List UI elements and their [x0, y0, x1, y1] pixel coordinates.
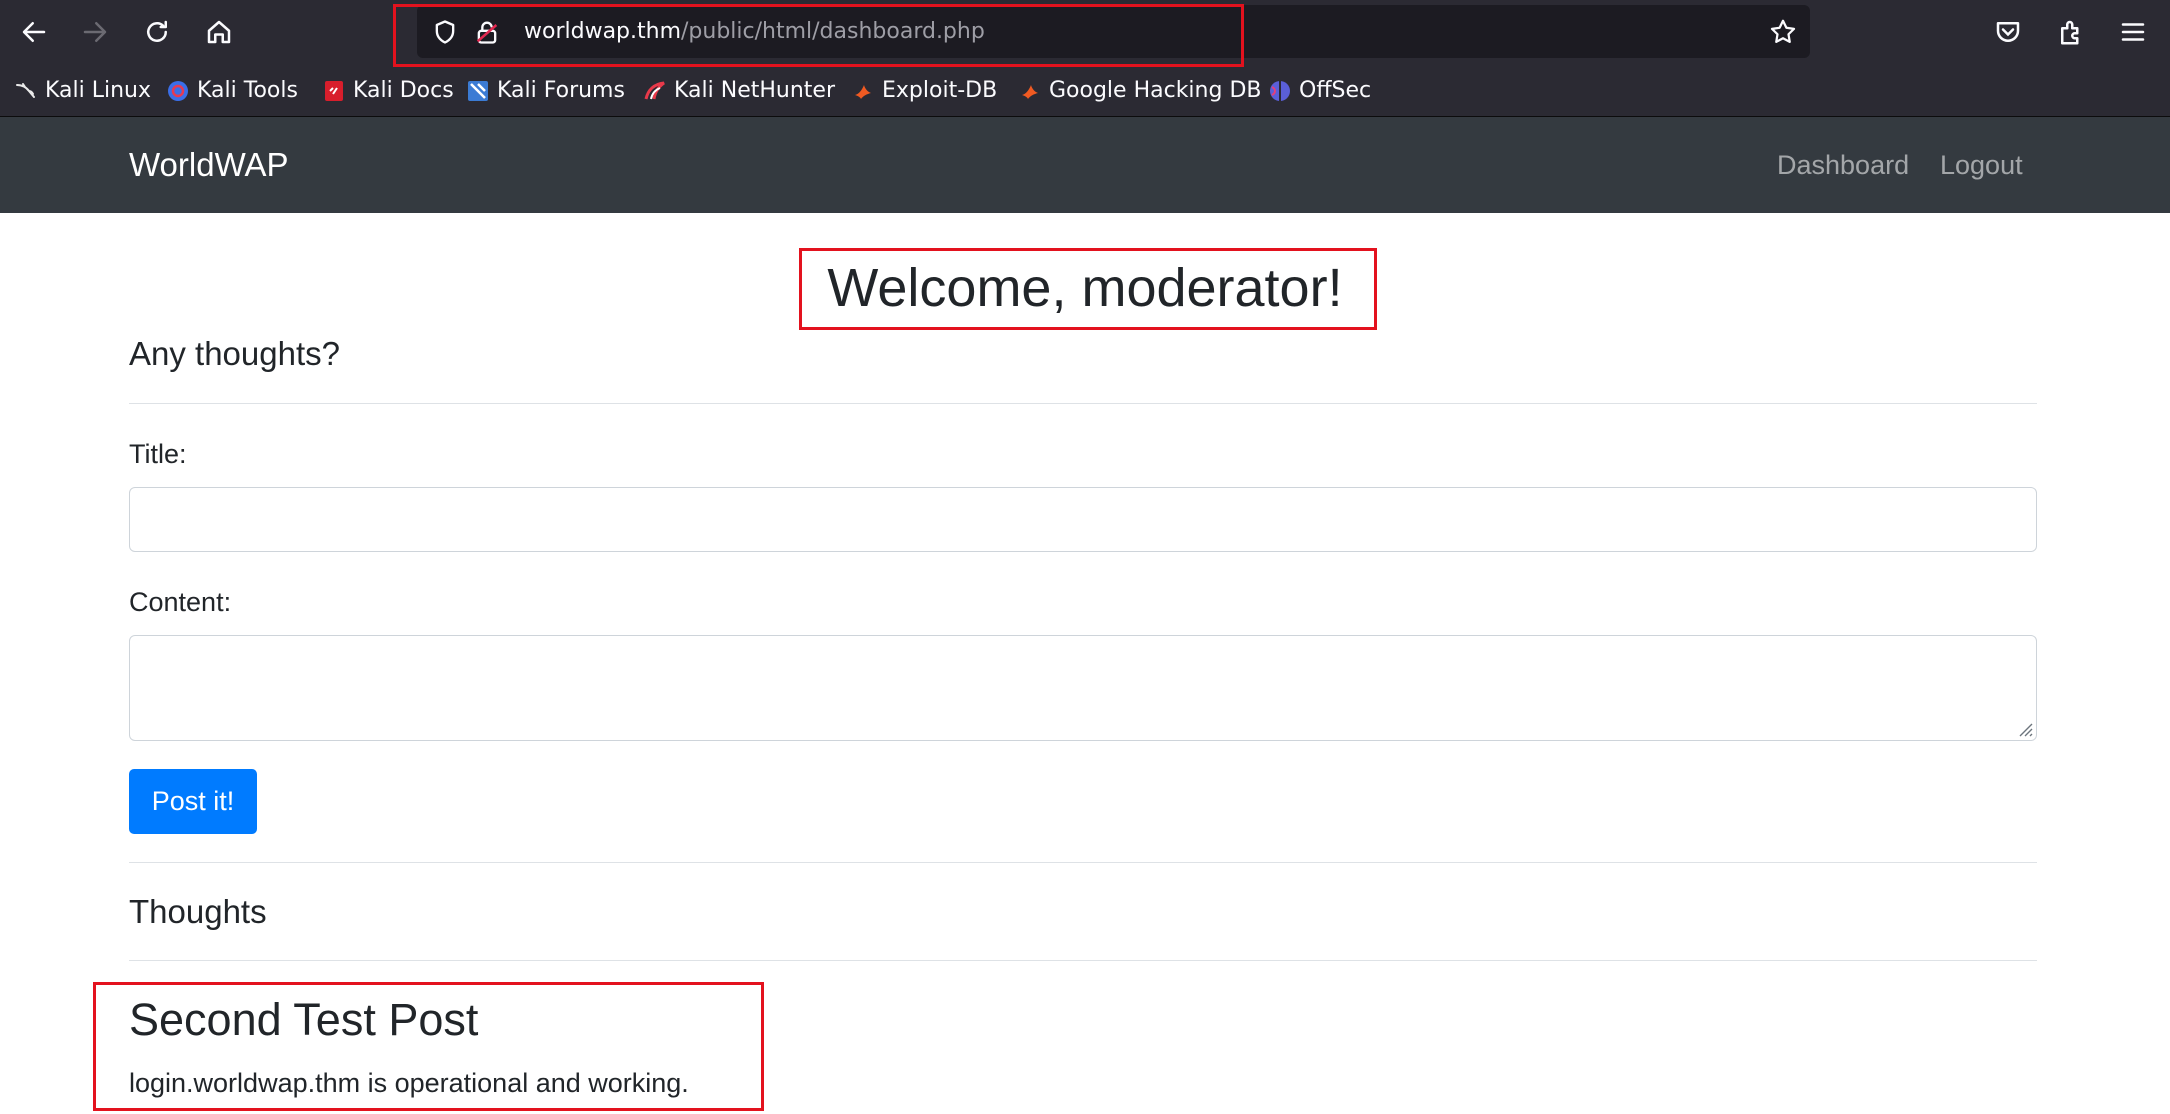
url-host: worldwap.thm [524, 19, 682, 44]
shield-icon[interactable] [431, 18, 459, 46]
extensions-button[interactable] [2049, 10, 2093, 54]
bookmarks-bar: Kali Linux Kali Tools Kali Docs Kali For… [0, 64, 2170, 117]
hamburger-menu-icon [2121, 23, 2145, 41]
divider [129, 403, 2037, 404]
navbar-brand[interactable]: WorldWAP [129, 117, 289, 213]
bookmark-kali-tools[interactable]: Kali Tools [166, 64, 298, 117]
content-textarea[interactable] [129, 635, 2037, 741]
bookmark-kali-forums[interactable]: Kali Forums [466, 64, 625, 117]
nav-link-logout[interactable]: Logout [1940, 117, 2023, 213]
browser-toolbar: worldwap.thm/public/html/dashboard.php [0, 0, 2170, 64]
bookmark-label: Kali Forums [497, 78, 625, 103]
divider [129, 862, 2037, 863]
kali-dragon-icon [14, 79, 38, 103]
kali-docs-icon [322, 79, 346, 103]
kali-nethunter-icon [643, 79, 667, 103]
kali-tools-icon [166, 79, 190, 103]
resize-grip-icon[interactable] [2015, 719, 2033, 737]
bookmark-label: Google Hacking DB [1049, 78, 1262, 103]
kali-forums-icon [466, 79, 490, 103]
bookmark-offsec[interactable]: OffSec [1268, 64, 1371, 117]
post-content: login.worldwap.thm is operational and wo… [129, 1068, 689, 1098]
arrow-left-icon [22, 22, 46, 42]
post-it-button[interactable]: Post it! [129, 769, 257, 834]
bookmark-label: Kali Docs [353, 78, 454, 103]
form-heading: Any thoughts? [129, 335, 340, 372]
url-text[interactable]: worldwap.thm/public/html/dashboard.php [524, 5, 985, 58]
pocket-button[interactable] [1986, 10, 2030, 54]
home-icon [207, 20, 231, 44]
reload-button[interactable] [135, 10, 179, 54]
forward-button[interactable] [73, 10, 117, 54]
bookmark-star-icon[interactable] [1768, 17, 1798, 47]
address-bar[interactable]: worldwap.thm/public/html/dashboard.php [417, 5, 1810, 58]
divider [129, 960, 2037, 961]
insecure-lock-icon[interactable] [473, 18, 501, 46]
home-button[interactable] [197, 10, 241, 54]
back-button[interactable] [12, 10, 56, 54]
bookmark-label: Kali Linux [45, 78, 152, 103]
exploit-db-icon [851, 79, 875, 103]
nav-link-dashboard[interactable]: Dashboard [1777, 117, 1909, 213]
ghdb-icon [1018, 79, 1042, 103]
site-navbar: WorldWAP Dashboard Logout [0, 117, 2170, 213]
bookmark-label: Exploit-DB [882, 78, 998, 103]
title-label: Title: [129, 439, 187, 469]
bookmark-label: Kali NetHunter [674, 78, 835, 103]
bookmark-label: Kali Tools [197, 78, 298, 103]
welcome-heading: Welcome, moderator! [827, 258, 1343, 318]
content-label: Content: [129, 587, 232, 617]
bookmark-kali-linux[interactable]: Kali Linux [14, 64, 151, 117]
reload-icon [147, 20, 167, 42]
thoughts-heading: Thoughts [129, 893, 267, 930]
arrow-right-icon [83, 22, 107, 42]
bookmark-kali-docs[interactable]: Kali Docs [322, 64, 454, 117]
puzzle-icon [2061, 20, 2079, 45]
bookmark-label: OffSec [1299, 78, 1372, 103]
offsec-icon [1268, 79, 1292, 103]
pocket-icon [1996, 22, 2020, 42]
bookmark-google-hacking-db[interactable]: Google Hacking DB [1018, 64, 1261, 117]
url-path: /public/html/dashboard.php [681, 19, 985, 44]
menu-button[interactable] [2111, 10, 2155, 54]
title-input[interactable] [129, 487, 2037, 552]
bookmark-kali-nethunter[interactable]: Kali NetHunter [643, 64, 835, 117]
bookmark-exploit-db[interactable]: Exploit-DB [851, 64, 997, 117]
post-title: Second Test Post [129, 994, 479, 1045]
